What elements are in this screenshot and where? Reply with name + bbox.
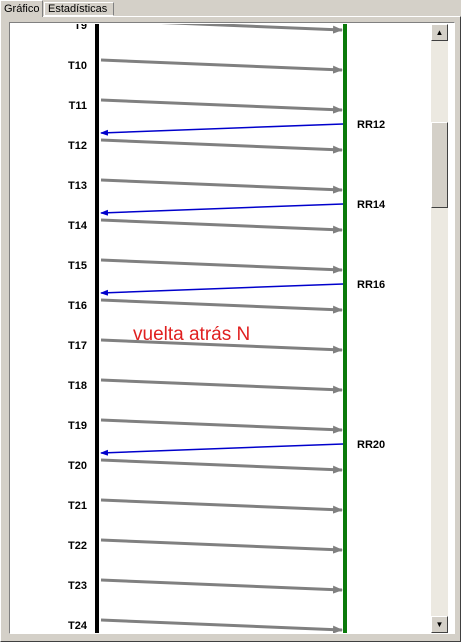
data-frame-arrow: [100, 498, 343, 514]
diagram-view: T9 T10 T11 T12 T13 T14 T15 T16 T17 T18 T19 T20 T21 T2…: [9, 22, 455, 634]
up-arrow-icon: ▲: [435, 28, 444, 37]
frame-label: T18: [68, 380, 87, 392]
vertical-scrollbar[interactable]: ▲ ▼: [431, 24, 448, 633]
data-frame-arrow: [100, 298, 343, 314]
data-frame-arrow: [100, 98, 343, 114]
down-arrow-icon: ▼: [435, 620, 444, 629]
scroll-up-button[interactable]: ▲: [431, 24, 448, 41]
frame-label: T14: [68, 220, 88, 232]
frame-label: T23: [68, 580, 87, 592]
frame-label: T16: [68, 300, 87, 312]
frame-label: T17: [68, 340, 87, 352]
data-frame-arrow: [100, 538, 343, 554]
frame-label: T10: [68, 60, 87, 72]
ack-arrow: [100, 443, 344, 456]
data-frame-arrow: [100, 618, 343, 633]
ack-label: RR16: [357, 279, 385, 291]
frame-label: T11: [69, 100, 87, 112]
frame-label: T24: [68, 620, 88, 632]
ack-label: RR12: [357, 119, 385, 131]
data-frame-arrow: [100, 58, 343, 74]
scroll-thumb[interactable]: [431, 122, 448, 208]
frame-label: T15: [68, 260, 87, 272]
frame-label: T12: [68, 140, 87, 152]
tab-grafico[interactable]: Gráfico: [0, 0, 43, 17]
frame-label: T20: [68, 460, 87, 472]
data-frame-arrow: [100, 138, 343, 154]
ack-label: RR20: [357, 439, 385, 451]
frame-label: T22: [68, 540, 87, 552]
ack-arrow: [100, 283, 344, 296]
frame-label: T21: [68, 500, 87, 512]
data-frame-arrow: [100, 578, 343, 594]
frame-label: T9: [74, 24, 87, 32]
data-frame-arrow: [100, 418, 343, 434]
ack-arrow: [100, 123, 344, 136]
data-frame-arrow: [161, 24, 343, 34]
frame-label: T13: [68, 180, 87, 192]
data-frame-arrow: [100, 218, 343, 234]
tab-estadisticas[interactable]: Estadísticas: [44, 2, 114, 16]
ack-arrow: [100, 203, 344, 216]
diagram-canvas: T9 T10 T11 T12 T13 T14 T15 T16 T17 T18 T19 T20 T21 T2…: [11, 24, 429, 633]
data-frame-arrow: [100, 258, 343, 274]
data-frame-arrow: [100, 458, 343, 474]
annotation-label: vuelta atrás N: [133, 324, 250, 345]
data-frame-arrow: [100, 178, 343, 194]
scroll-down-button[interactable]: ▼: [431, 616, 448, 633]
frame-label: T19: [68, 420, 87, 432]
data-frame-arrow: [100, 378, 343, 394]
ack-label: RR14: [357, 199, 386, 211]
sequence-diagram: T9 T10 T11 T12 T13 T14 T15 T16 T17 T18 T19 T20 T21 T2…: [68, 24, 386, 633]
